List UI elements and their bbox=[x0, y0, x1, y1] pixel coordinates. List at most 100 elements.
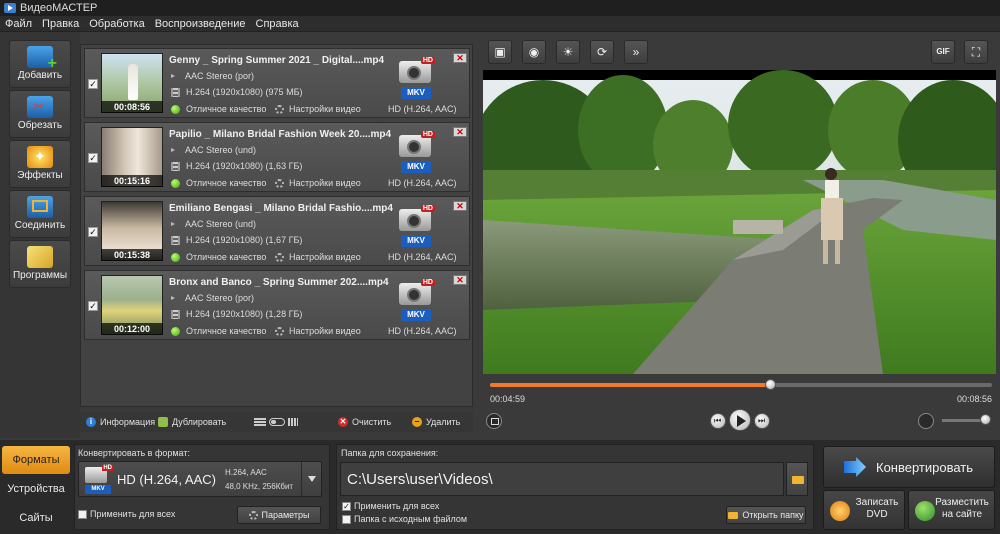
add-label: Добавить bbox=[17, 70, 63, 81]
format-thumb[interactable]: HD MKV bbox=[395, 279, 435, 323]
open-folder-button[interactable]: Открыть папку bbox=[726, 506, 806, 524]
programs-icon bbox=[27, 246, 53, 268]
quality-row: Отличное качество bbox=[171, 252, 266, 262]
settings-label: Настройки видео bbox=[289, 252, 361, 262]
effects-wand-icon: ✦ bbox=[27, 146, 53, 168]
brightness-icon: ☀ bbox=[562, 45, 574, 59]
source-folder-checkbox[interactable] bbox=[342, 515, 351, 524]
audio-row: AAC Stereo (und) bbox=[171, 219, 256, 229]
snapshot-button[interactable] bbox=[486, 413, 502, 429]
video-info: H.264 (1920x1080) (975 МБ) bbox=[186, 87, 303, 97]
file-item[interactable]: ✓ 00:12:00 Bronx and Banco _ Spring Summ… bbox=[84, 270, 470, 340]
menu-file[interactable]: Файл bbox=[0, 18, 37, 30]
info-button[interactable]: i Информация bbox=[86, 417, 155, 427]
menu-processing[interactable]: Обработка bbox=[84, 18, 149, 30]
convert-button[interactable]: Конвертировать bbox=[823, 446, 995, 488]
video-row: H.264 (1920x1080) (1,67 ГБ) bbox=[171, 235, 302, 245]
trim-button[interactable]: ✂ Обрезать bbox=[9, 90, 71, 138]
speaker-icon bbox=[171, 296, 175, 300]
play-button[interactable] bbox=[729, 409, 751, 431]
join-film-icon bbox=[27, 196, 53, 218]
tool-sidebar: + Добавить ✂ Обрезать ✦ Эффекты Соединит… bbox=[0, 32, 80, 438]
previous-button[interactable]: ⏮ bbox=[710, 413, 726, 429]
remove-file-button[interactable]: ✕ bbox=[453, 275, 467, 285]
scissors-film-icon: ✂ bbox=[27, 96, 53, 118]
mkv-badge: MKV bbox=[85, 485, 111, 494]
folder-apply-all-checkbox[interactable]: ✓ bbox=[342, 502, 351, 511]
tab-devices[interactable]: Устройства bbox=[2, 475, 70, 503]
previous-icon: ⏮ bbox=[714, 416, 722, 425]
file-checkbox[interactable]: ✓ bbox=[88, 301, 98, 311]
format-select[interactable]: HD MKV HD (H.264, AAC) H.264, AAC 48,0 K… bbox=[78, 461, 322, 497]
seek-knob[interactable] bbox=[764, 379, 776, 390]
join-button[interactable]: Соединить bbox=[9, 190, 71, 238]
file-item[interactable]: ✓ 00:15:38 Emiliano Bengasi _ Milano Bri… bbox=[84, 196, 470, 266]
gear-icon bbox=[275, 178, 284, 188]
chevron-down-icon[interactable] bbox=[301, 462, 321, 496]
file-item[interactable]: ✓ 00:08:56 Genny _ Spring Summer 2021 _ … bbox=[84, 48, 470, 118]
video-settings-link[interactable]: Настройки видео bbox=[275, 326, 361, 336]
parameters-button[interactable]: Параметры bbox=[237, 506, 321, 524]
volume-icon[interactable] bbox=[918, 413, 934, 429]
format-thumb[interactable]: HD MKV bbox=[395, 131, 435, 175]
video-row: H.264 (1920x1080) (1,63 ГБ) bbox=[171, 161, 302, 171]
file-checkbox[interactable]: ✓ bbox=[88, 227, 98, 237]
quality-dot-icon bbox=[171, 326, 180, 336]
tab-formats[interactable]: Форматы bbox=[2, 446, 70, 474]
brightness-button[interactable]: ☀ bbox=[556, 40, 580, 64]
next-button[interactable]: ⏭ bbox=[754, 413, 770, 429]
menu-edit[interactable]: Правка bbox=[37, 18, 84, 30]
menu-help[interactable]: Справка bbox=[251, 18, 304, 30]
file-checkbox[interactable]: ✓ bbox=[88, 79, 98, 89]
format-apply-all-checkbox[interactable] bbox=[78, 510, 87, 519]
stabilize-button[interactable]: ◉ bbox=[522, 40, 546, 64]
remove-file-button[interactable]: ✕ bbox=[453, 127, 467, 137]
output-path-input[interactable]: C:\Users\user\Videos\ bbox=[340, 462, 784, 496]
publish-button[interactable]: Разместить на сайте bbox=[908, 490, 995, 530]
video-info: H.264 (1920x1080) (1,67 ГБ) bbox=[186, 235, 303, 245]
speed-button[interactable]: » bbox=[624, 40, 648, 64]
source-folder-label: Папка с исходным файлом bbox=[354, 514, 468, 524]
remove-file-button[interactable]: ✕ bbox=[453, 201, 467, 211]
format-thumb[interactable]: HD MKV bbox=[395, 205, 435, 249]
effects-button[interactable]: ✦ Эффекты bbox=[9, 140, 71, 188]
settings-label: Настройки видео bbox=[289, 104, 361, 114]
duplicate-button[interactable]: Дублировать bbox=[158, 417, 226, 427]
running-icon: » bbox=[632, 45, 640, 59]
tab-sites[interactable]: Сайты bbox=[2, 504, 70, 532]
file-name: Papilio _ Milano Bridal Fashion Week 20.… bbox=[169, 129, 392, 140]
clear-button[interactable]: ✕ Очистить bbox=[338, 417, 391, 427]
browse-folder-button[interactable] bbox=[786, 462, 808, 496]
volume-knob[interactable] bbox=[980, 414, 992, 425]
format-label: HD (H.264, AAC) bbox=[388, 252, 457, 262]
file-duration: 00:08:56 bbox=[101, 101, 163, 113]
file-duration: 00:15:38 bbox=[101, 249, 163, 261]
rotate-button[interactable]: ⟳ bbox=[590, 40, 614, 64]
video-settings-link[interactable]: Настройки видео bbox=[275, 252, 361, 262]
hd-badge: HD bbox=[420, 205, 435, 212]
remove-file-button[interactable]: ✕ bbox=[453, 53, 467, 63]
format-thumb[interactable]: HD MKV bbox=[395, 57, 435, 101]
app-icon bbox=[4, 3, 16, 13]
quality-label: Отличное качество bbox=[186, 178, 267, 188]
crop-button[interactable]: ▣ bbox=[488, 40, 512, 64]
file-checkbox[interactable]: ✓ bbox=[88, 153, 98, 163]
gif-button[interactable]: GIF bbox=[931, 40, 955, 64]
seek-bar[interactable] bbox=[490, 379, 992, 390]
file-item[interactable]: ✓ 00:15:16 Papilio _ Milano Bridal Fashi… bbox=[84, 122, 470, 192]
view-switch[interactable] bbox=[254, 418, 298, 426]
fullscreen-button[interactable]: ⛶ bbox=[964, 40, 988, 64]
video-settings-link[interactable]: Настройки видео bbox=[275, 104, 361, 114]
burn-dvd-button[interactable]: Записать DVD bbox=[823, 490, 905, 530]
camera-icon bbox=[399, 209, 431, 231]
film-icon bbox=[171, 87, 180, 97]
video-settings-link[interactable]: Настройки видео bbox=[275, 178, 361, 188]
menu-playback[interactable]: Воспроизведение bbox=[150, 18, 251, 30]
delete-button[interactable]: – Удалить bbox=[412, 417, 460, 427]
add-button[interactable]: + Добавить bbox=[9, 40, 71, 88]
quality-label: Отличное качество bbox=[186, 252, 267, 262]
video-preview[interactable] bbox=[483, 70, 996, 374]
programs-button[interactable]: Программы bbox=[9, 240, 71, 288]
gear-icon bbox=[248, 510, 258, 520]
clear-icon: ✕ bbox=[338, 417, 348, 427]
